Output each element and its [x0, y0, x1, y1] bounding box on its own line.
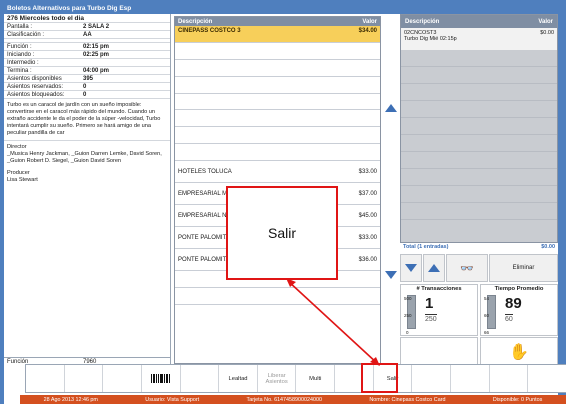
toolbar-slot — [451, 365, 490, 392]
info-row: Pantalla :2 SALA 2 — [4, 23, 170, 31]
avg-time-counter: Tiempo Promedio 89 60 54 60 66 — [480, 284, 558, 336]
window-title: Boletos Alternativos para Turbo Dig Esp — [7, 5, 132, 12]
info-row: Intermedio : — [4, 59, 170, 67]
toolbar-slot — [65, 365, 104, 392]
ticket-row-empty — [175, 77, 380, 94]
3d-glasses-button[interactable]: 👓 — [446, 254, 488, 282]
order-col-value: Valor — [538, 18, 553, 25]
order-line-empty — [401, 135, 557, 152]
order-line-empty — [401, 84, 557, 101]
ticket-scrollbar — [382, 16, 400, 364]
order-line[interactable]: 02CNCOST3 Turbo Dig Mié 02:15p $0.00 — [401, 28, 557, 44]
bottom-toolbar: Lealtad Liberar Asientos Multi Salir — [25, 364, 566, 393]
ticket-row-empty — [175, 127, 380, 145]
ticket-row-empty — [175, 43, 380, 60]
info-row: Asientos disponibles 395 — [4, 75, 170, 83]
synopsis: Turbo es un caracol de jardín con un sue… — [4, 99, 170, 141]
gesture-area: ✋ — [400, 337, 558, 366]
toolbar-slot — [26, 365, 65, 392]
producer: Lisa Stewart — [7, 176, 38, 183]
ticket-row-selected[interactable]: CINEPASS COSTCO 3 $34.00 — [175, 26, 380, 43]
hand-button[interactable]: ✋ — [480, 337, 558, 366]
ticket-row-empty — [175, 94, 380, 111]
director-label: Director — [7, 143, 27, 150]
director: _Musica Henry Jackman, _Guion Darren Lem… — [7, 150, 162, 164]
producer-label: Producer — [7, 169, 30, 176]
info-row: Clasificación : AA — [4, 31, 170, 39]
multi-button[interactable]: Multi — [296, 365, 336, 392]
salir-callout: Salir — [226, 186, 338, 280]
order-list: Descripción Valor 02CNCOST3 Turbo Dig Mi… — [400, 14, 558, 249]
info-row: Iniciando :02:25 pm — [4, 51, 170, 59]
toolbar-slot — [181, 365, 220, 392]
liberar-asientos-button[interactable]: Liberar Asientos — [258, 365, 297, 392]
status-bar: 28 Ago 2013 12:46 pm Usuario: Vista Supp… — [20, 395, 566, 404]
order-line-empty — [401, 186, 557, 203]
toolbar-slot — [103, 365, 142, 392]
ticket-row-empty — [175, 144, 380, 162]
barcode-button[interactable] — [142, 365, 181, 392]
order-line-empty — [401, 203, 557, 220]
counter-value: 1 — [425, 295, 434, 312]
status-user: Usuario: Vista Support — [145, 396, 200, 403]
order-down-button[interactable] — [400, 254, 422, 282]
status-name: Nombre: Cinepass Costco Card — [369, 396, 446, 403]
arrow-down-icon — [405, 264, 417, 272]
grid-header: Descripción Valor — [175, 17, 380, 26]
counter-title: Tiempo Promedio — [494, 286, 544, 292]
scroll-down-icon[interactable] — [385, 271, 397, 279]
order-line-empty — [401, 101, 557, 118]
order-total: Total (1 entradas) $0.00 — [400, 242, 558, 251]
order-actions: 👓 Eliminar — [400, 254, 558, 282]
order-line-empty — [401, 67, 557, 84]
credits: Director _Musica Henry Jackman, _Guion D… — [4, 141, 170, 187]
order-line-show: Turbo Dig Mié 02:15p — [404, 36, 457, 42]
counter-target: 60 — [505, 314, 513, 323]
scroll-up-icon[interactable] — [385, 104, 397, 112]
counter-value: 89 — [505, 295, 522, 312]
status-card: Tarjeta No. 6147458900024000 — [246, 396, 323, 403]
barcode-icon — [151, 374, 171, 383]
order-line-value: $0.00 — [540, 30, 554, 36]
info-row: Función :02:15 pm — [4, 43, 170, 51]
arrow-up-icon — [428, 264, 440, 272]
show-heading: 276 Miercoles todo el dia — [4, 14, 170, 23]
status-points: Disponible: 0 Puntos — [492, 396, 543, 403]
show-info-panel: 276 Miercoles todo el dia Pantalla :2 SA… — [4, 14, 171, 366]
order-header: Descripción Valor — [401, 15, 557, 28]
info-row: Asientos bloqueados: 0 — [4, 91, 170, 99]
3d-glasses-icon: 👓 — [460, 262, 474, 275]
order-panel: Descripción Valor 02CNCOST3 Turbo Dig Mi… — [400, 14, 558, 366]
total-label: Total (1 entradas) — [403, 244, 449, 250]
order-line-empty — [401, 169, 557, 186]
ticket-row-empty — [175, 60, 380, 77]
ticket-row-empty — [175, 110, 380, 128]
hand-icon: ✋ — [509, 343, 529, 361]
toolbar-slot — [528, 365, 566, 392]
order-up-button[interactable] — [423, 254, 445, 282]
order-line-empty — [401, 50, 557, 67]
ticket-row[interactable]: HOTELES TOLUCA $33.00 — [175, 161, 380, 184]
empty-slot — [400, 337, 478, 366]
counters: # Transacciones 1 250 500 250 0 Tiempo P… — [400, 284, 558, 336]
order-col-description: Descripción — [405, 18, 440, 25]
total-value: $0.00 — [541, 244, 555, 250]
counter-title: # Transacciones — [416, 286, 462, 292]
ticket-row-empty — [175, 288, 380, 305]
toolbar-slot — [490, 365, 529, 392]
status-date: 28 Ago 2013 12:46 pm — [43, 396, 98, 403]
order-line-empty — [401, 152, 557, 169]
col-value: Valor — [362, 18, 377, 25]
order-line-empty — [401, 118, 557, 135]
salir-highlight — [361, 363, 398, 393]
eliminar-button[interactable]: Eliminar — [489, 254, 558, 282]
info-row: Termina :04:00 pm — [4, 67, 170, 75]
lealtad-button[interactable]: Lealtad — [219, 365, 258, 392]
col-description: Descripción — [178, 18, 213, 25]
counter-target: 250 — [425, 314, 437, 323]
info-row: Asientos reservados: 0 — [4, 83, 170, 91]
toolbar-slot — [412, 365, 452, 392]
transactions-counter: # Transacciones 1 250 500 250 0 — [400, 284, 478, 336]
